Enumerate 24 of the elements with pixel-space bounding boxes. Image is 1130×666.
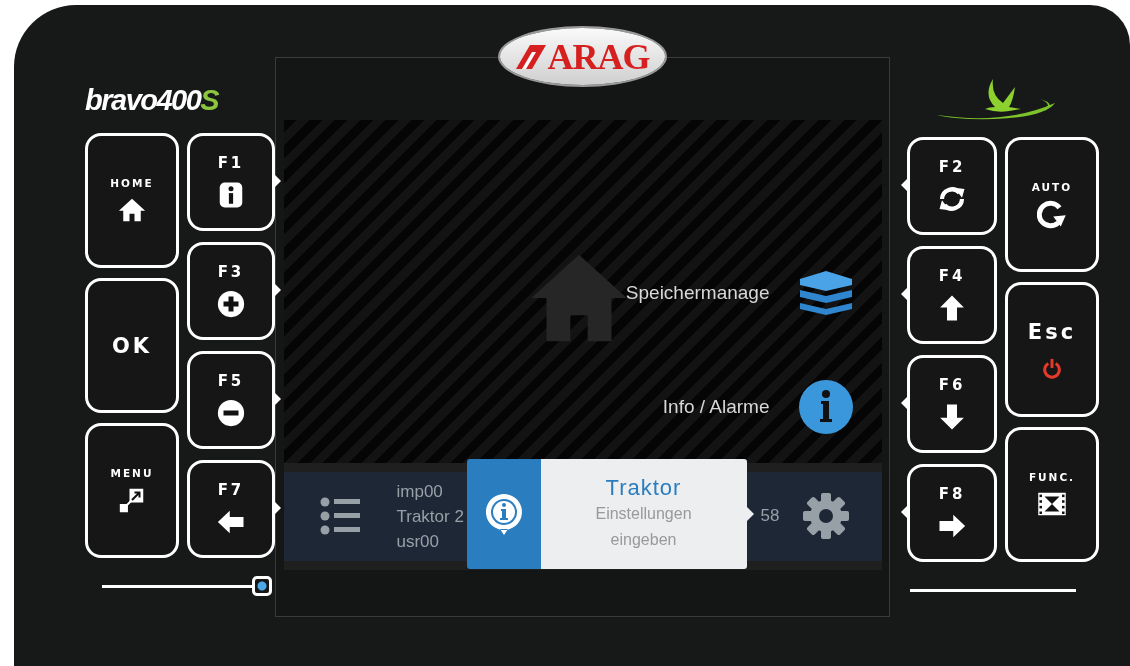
status-text: imp00 bbox=[396, 480, 444, 503]
ok-key[interactable]: OK bbox=[85, 278, 179, 413]
brand-name: ARAG bbox=[547, 36, 650, 77]
function-key[interactable]: F8 bbox=[907, 464, 997, 562]
function-key[interactable]: F2 bbox=[907, 137, 997, 235]
model-logo: bravo400S bbox=[85, 85, 219, 115]
function-key[interactable]: F1 bbox=[186, 133, 275, 231]
toast-title: Traktor bbox=[605, 475, 682, 501]
esc-key[interactable]: Esc bbox=[1005, 282, 1099, 417]
status-text: usr00 bbox=[396, 530, 441, 553]
toast-message: Einstellungen eingeben bbox=[594, 504, 693, 550]
func-key[interactable]: FUNC. bbox=[1005, 427, 1099, 562]
function-key[interactable]: F4 bbox=[907, 246, 997, 344]
function-key[interactable]: F6 bbox=[907, 355, 997, 453]
status-value: 58 bbox=[760, 506, 780, 527]
function-key[interactable]: F3 bbox=[186, 242, 275, 340]
auto-key[interactable]: AUTO bbox=[1005, 137, 1099, 272]
function-key[interactable]: F5 bbox=[186, 351, 275, 449]
function-key[interactable]: F7 bbox=[186, 460, 275, 558]
status-text: Traktor 2 bbox=[396, 505, 464, 528]
menu-item[interactable]: Info / Alarme bbox=[662, 396, 770, 418]
menu-key[interactable]: MENU bbox=[85, 423, 179, 558]
menu-item[interactable]: Speichermanage bbox=[625, 282, 770, 304]
home-key[interactable]: HOME bbox=[85, 133, 179, 268]
